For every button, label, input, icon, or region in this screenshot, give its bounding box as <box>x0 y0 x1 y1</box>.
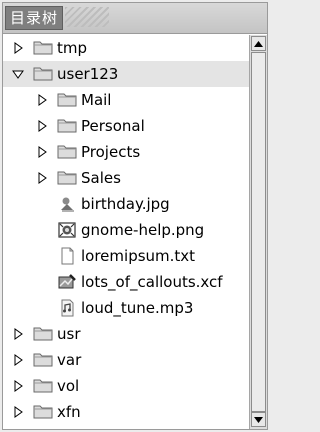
tree-row[interactable]: Mail <box>3 87 249 113</box>
expander-closed-icon[interactable] <box>11 353 25 367</box>
tree-row[interactable]: user123 <box>3 61 249 87</box>
tree-row[interactable]: usr <box>3 321 249 347</box>
tree-row-label: user123 <box>57 65 119 83</box>
tree-row-label: Projects <box>81 143 141 161</box>
directory-tree-panel: 目录树 tmp user123 Mail Personal Projects Sales b… <box>2 2 268 430</box>
tab-decoration <box>65 7 109 27</box>
expander-closed-icon[interactable] <box>11 327 25 341</box>
tree-row-label: usr <box>57 325 81 343</box>
arrow-down-icon <box>254 416 263 423</box>
expander-closed-icon[interactable] <box>35 145 49 159</box>
audio-file-icon <box>57 299 77 317</box>
expander-closed-icon[interactable] <box>11 405 25 419</box>
vertical-scrollbar[interactable] <box>249 35 267 429</box>
folder-icon <box>57 143 77 161</box>
image-file-icon <box>57 195 77 213</box>
tree-row[interactable]: birthday.jpg <box>3 191 249 217</box>
folder-icon <box>33 377 53 395</box>
scroll-thumb[interactable] <box>251 52 266 412</box>
expander-closed-icon[interactable] <box>35 93 49 107</box>
tree-row-label: vol <box>57 377 80 395</box>
tree-row-label: Personal <box>81 117 145 135</box>
scroll-up-button[interactable] <box>251 36 266 51</box>
arrow-up-icon <box>254 40 263 47</box>
tree-row[interactable]: loremipsum.txt <box>3 243 249 269</box>
gnome-image-icon <box>57 221 77 239</box>
folder-icon <box>57 169 77 187</box>
tree-row-label: birthday.jpg <box>81 195 170 213</box>
folder-icon <box>33 351 53 369</box>
expander-open-icon[interactable] <box>11 67 25 81</box>
tree-row-label: tmp <box>57 39 88 57</box>
folder-icon <box>57 117 77 135</box>
tree-row-label: loremipsum.txt <box>81 247 196 265</box>
tree-row-label: loud_tune.mp3 <box>81 299 194 317</box>
folder-icon <box>33 325 53 343</box>
folder-icon <box>33 403 53 421</box>
tree-row-label: Mail <box>81 91 112 109</box>
panel-header: 目录树 <box>3 3 267 34</box>
tree-row[interactable]: vol <box>3 373 249 399</box>
tree-row[interactable]: var <box>3 347 249 373</box>
folder-icon <box>57 91 77 109</box>
tree-row[interactable]: Sales <box>3 165 249 191</box>
tree-row[interactable]: xfn <box>3 399 249 425</box>
file-tree[interactable]: tmp user123 Mail Personal Projects Sales birth… <box>3 35 249 429</box>
tree-row[interactable]: Projects <box>3 139 249 165</box>
tree-row-label: lots_of_callouts.xcf <box>81 273 223 291</box>
text-file-icon <box>57 247 77 265</box>
tree-row[interactable]: tmp <box>3 35 249 61</box>
tree-row-label: Sales <box>81 169 121 187</box>
expander-closed-icon[interactable] <box>35 171 49 185</box>
tree-row[interactable]: gnome-help.png <box>3 217 249 243</box>
tree-row[interactable]: lots_of_callouts.xcf <box>3 269 249 295</box>
folder-icon <box>33 39 53 57</box>
tab-directory-tree[interactable]: 目录树 <box>5 6 64 30</box>
expander-closed-icon[interactable] <box>11 41 25 55</box>
tree-row[interactable]: Personal <box>3 113 249 139</box>
gimp-image-icon <box>57 273 77 291</box>
expander-closed-icon[interactable] <box>35 119 49 133</box>
folder-icon <box>33 65 53 83</box>
scroll-down-button[interactable] <box>251 412 266 427</box>
tree-row[interactable]: loud_tune.mp3 <box>3 295 249 321</box>
tree-row-label: var <box>57 351 82 369</box>
tree-row-label: gnome-help.png <box>81 221 205 239</box>
tree-row-label: xfn <box>57 403 81 421</box>
expander-closed-icon[interactable] <box>11 379 25 393</box>
